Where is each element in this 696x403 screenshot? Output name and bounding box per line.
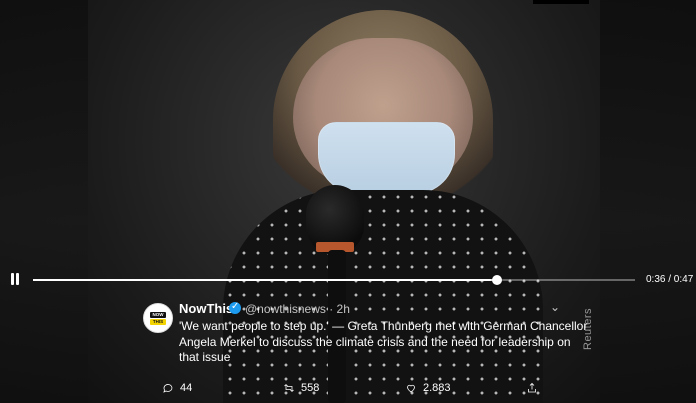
- avatar-logo-top: NOW: [150, 312, 166, 318]
- pause-icon: [11, 273, 14, 285]
- avatar-logo-bottom: THIS: [150, 319, 166, 325]
- like-button[interactable]: 2.883: [405, 382, 451, 394]
- tweet-actions: 44 558 2.883: [160, 382, 570, 402]
- blurred-background-left: [0, 0, 88, 403]
- face-mask: [318, 122, 455, 194]
- reply-count: 44: [180, 382, 193, 394]
- seek-progress: [33, 279, 497, 281]
- pause-button[interactable]: [8, 272, 22, 286]
- time-display: 0:36 / 0:47: [646, 274, 694, 285]
- account-handle[interactable]: @nowthisnews · 2h: [245, 302, 350, 316]
- retweet-count: 558: [301, 382, 320, 394]
- like-icon: [407, 384, 415, 393]
- retweet-button[interactable]: 558: [283, 382, 319, 394]
- seek-handle[interactable]: [491, 275, 502, 285]
- account-name[interactable]: NowThis: [179, 301, 233, 316]
- avatar[interactable]: NOW THIS: [143, 303, 173, 333]
- reply-icon: [163, 384, 173, 393]
- pause-icon-bar: [16, 273, 19, 285]
- share-icon: [528, 382, 536, 393]
- tweet-text: 'We want people to step up.' — Greta Thu…: [179, 319, 588, 364]
- player-controls: 0:36 / 0:47: [0, 262, 696, 292]
- chevron-down-icon[interactable]: ⌄: [550, 300, 560, 314]
- seek-bar[interactable]: [33, 275, 635, 285]
- verified-badge-icon: [229, 301, 241, 314]
- share-button[interactable]: [526, 382, 538, 394]
- reuters-watermark: Reuters: [582, 308, 632, 350]
- top-edge-bar: [533, 0, 589, 4]
- like-count: 2.883: [423, 382, 451, 394]
- reply-button[interactable]: 44: [162, 382, 192, 394]
- retweet-icon: [284, 384, 294, 392]
